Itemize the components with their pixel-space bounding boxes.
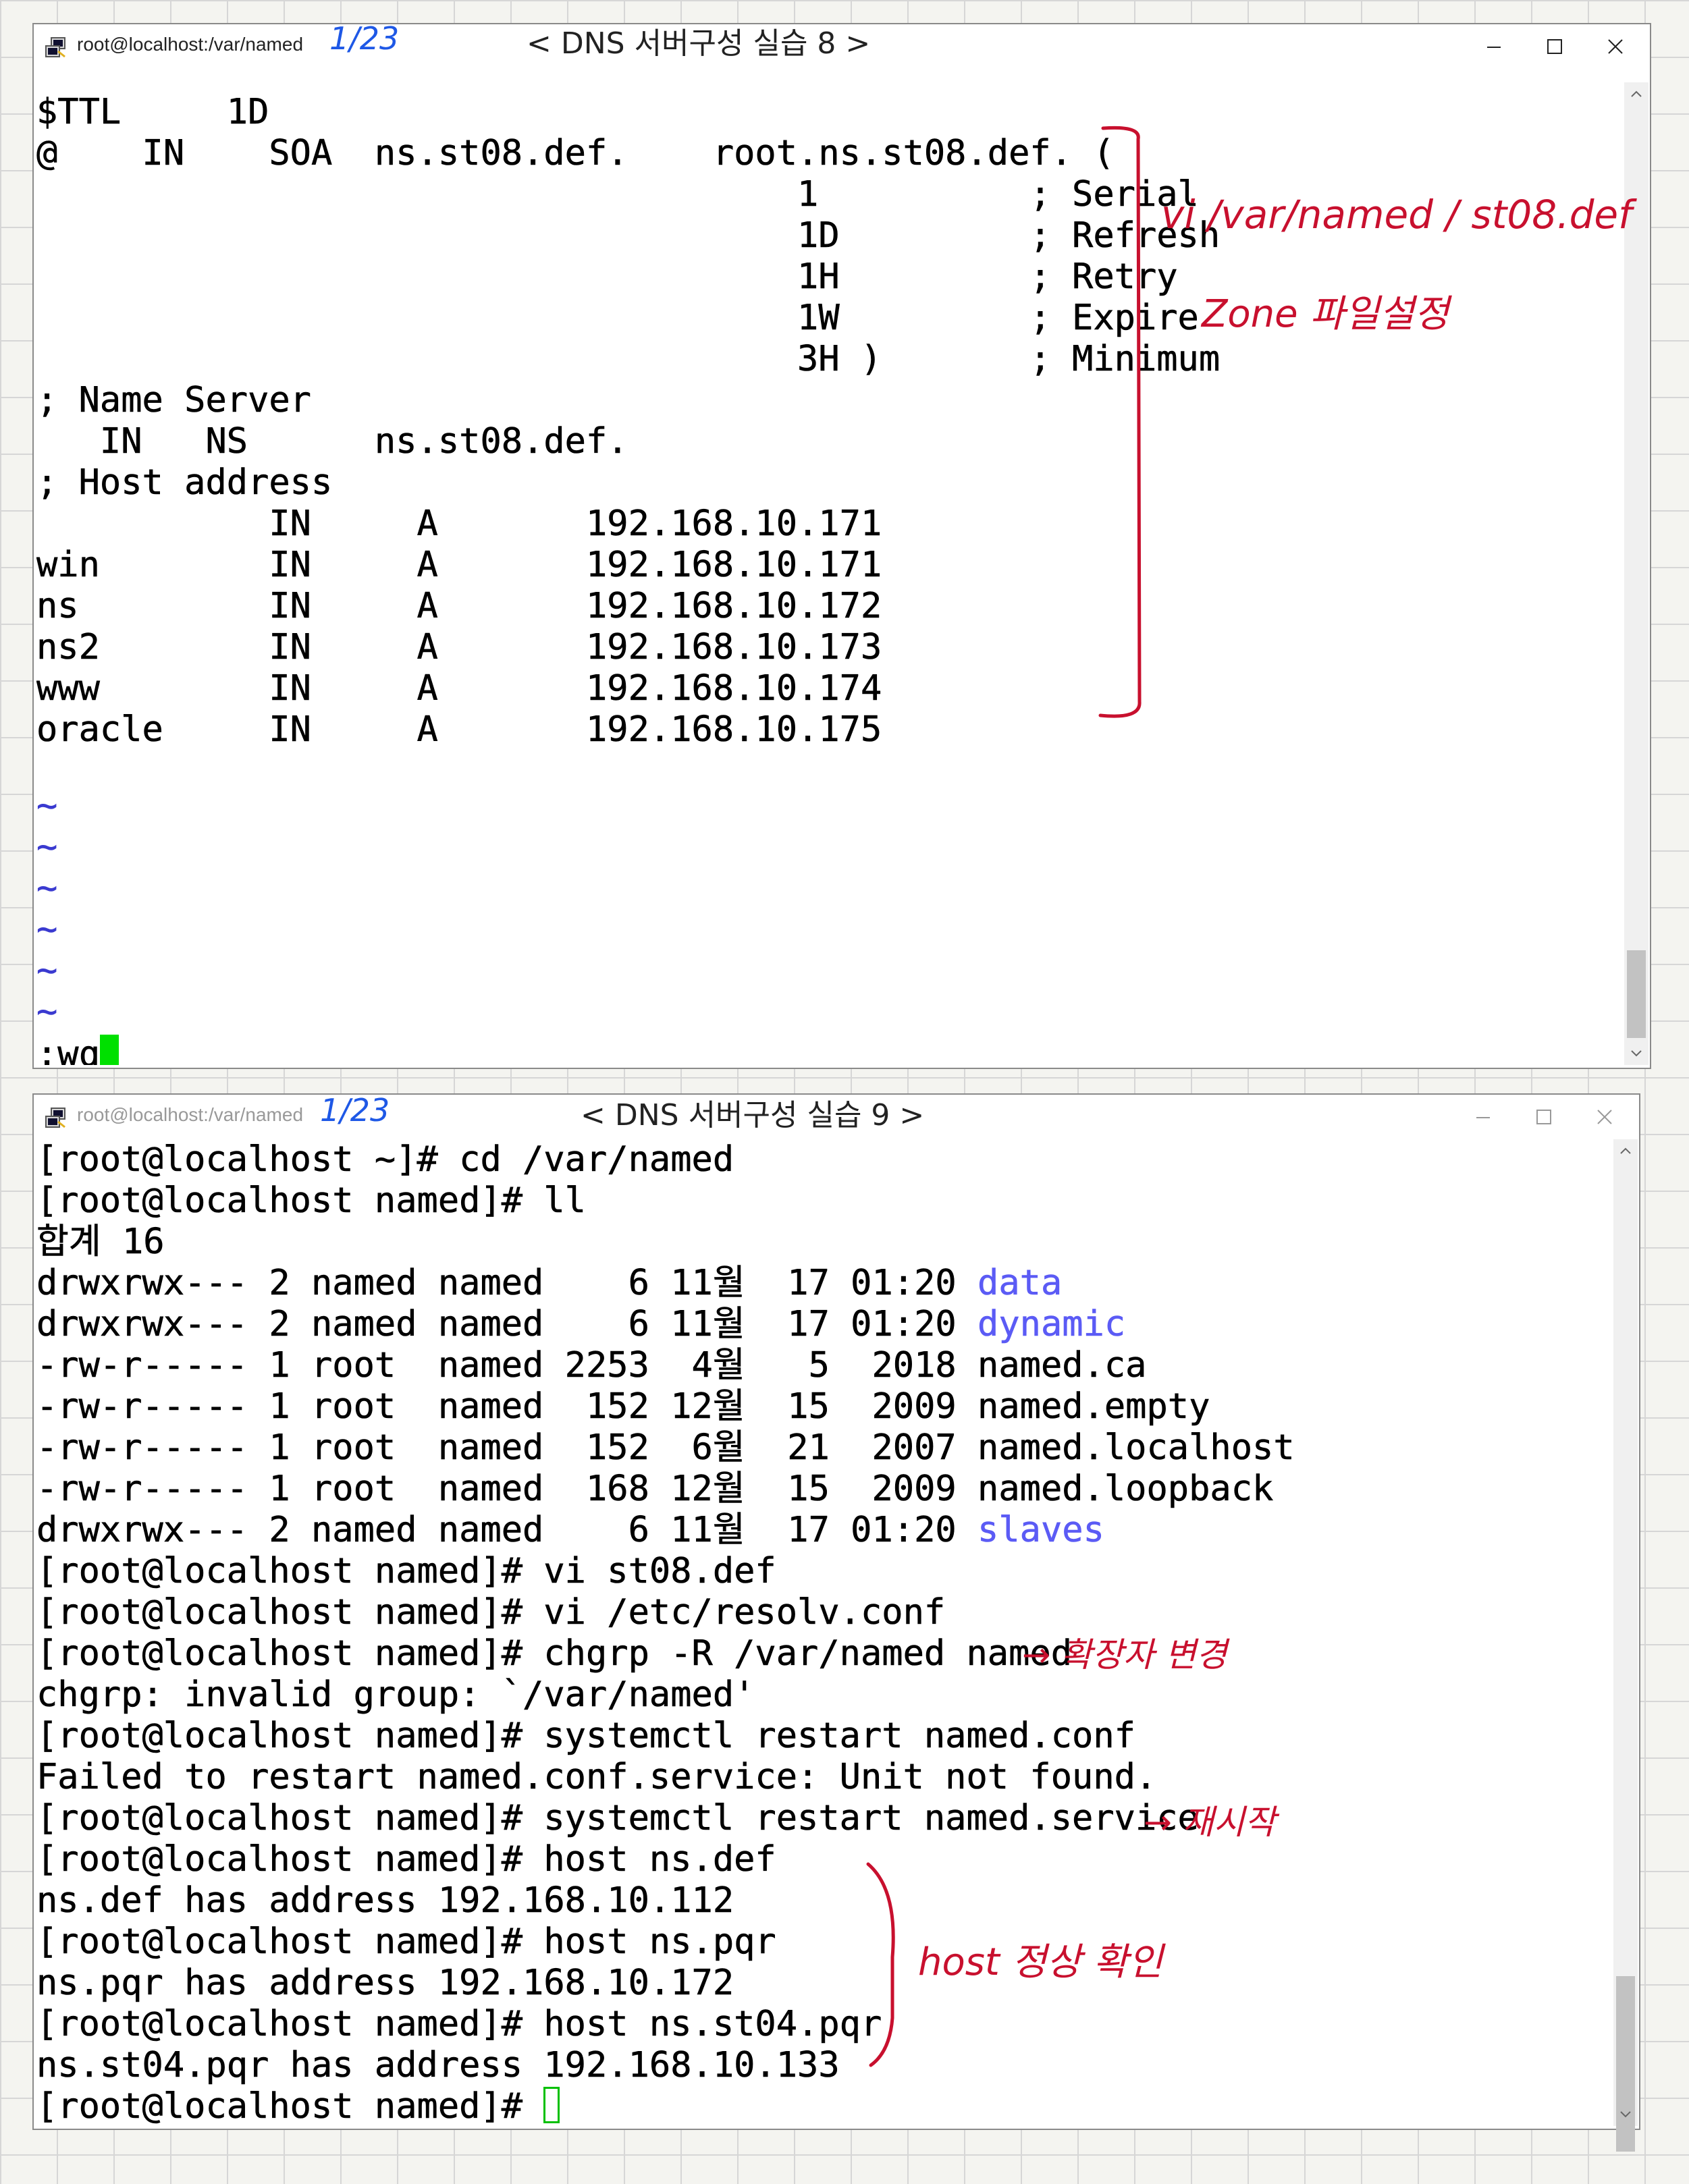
- minimize-button[interactable]: [1464, 28, 1524, 65]
- vi-command-line[interactable]: :wq: [36, 1034, 119, 1065]
- minimize-icon: [1487, 47, 1501, 48]
- minimize-button[interactable]: [1453, 1099, 1513, 1135]
- terminal-line: IN NS ns.st08.def.: [36, 421, 628, 462]
- close-button[interactable]: [1585, 28, 1646, 65]
- terminal-line: win IN A 192.168.10.171: [36, 545, 882, 586]
- terminal-line: [root@localhost named]# vi st08.def: [36, 1551, 776, 1592]
- file-info: drwxrwx--- 2 named named 6 11월 17 01:20: [36, 1510, 978, 1551]
- terminal-line: [root@localhost named]# systemctl restar…: [36, 1716, 1135, 1757]
- window-title: root@localhost:/var/named: [77, 34, 304, 55]
- empty-line-tilde: ~: [36, 868, 58, 909]
- maximize-button[interactable]: [1513, 1099, 1574, 1135]
- terminal-line: ns.pqr has address 192.168.10.172: [36, 1963, 734, 2004]
- scroll-down-button[interactable]: [1624, 1042, 1648, 1065]
- terminal-line: 1H ; Retry: [36, 256, 1178, 298]
- terminal-line: 1 ; Serial: [36, 174, 1199, 215]
- handwritten-heading: < DNS 서버구성 실습 9 >: [581, 1098, 925, 1132]
- terminal-line: drwxrwx--- 2 named named 6 11월 17 01:20 …: [36, 1510, 1104, 1551]
- maximize-icon: [1536, 1110, 1551, 1124]
- close-icon: [1597, 1110, 1612, 1124]
- putty-icon: [45, 37, 65, 58]
- terminal-line: [root@localhost named]# host ns.st04.pqr: [36, 2004, 882, 2045]
- close-icon: [1608, 39, 1623, 54]
- prompt-text: [root@localhost named]#: [36, 2086, 544, 2126]
- terminal-line: -rw-r----- 1 root named 2253 4월 5 2018 n…: [36, 1345, 1147, 1386]
- terminal-content[interactable]: [root@localhost ~]# cd /var/named [root@…: [36, 1139, 1607, 2126]
- prompt-line[interactable]: [root@localhost named]#: [36, 2086, 560, 2126]
- text-cursor: [543, 2087, 560, 2123]
- terminal-line: drwxrwx--- 2 named named 6 11월 17 01:20 …: [36, 1304, 1125, 1345]
- terminal-line: chgrp: invalid group: `/var/named': [36, 1674, 755, 1716]
- scroll-thumb[interactable]: [1627, 950, 1646, 1038]
- terminal-line: [root@localhost named]# host ns.pqr: [36, 1921, 776, 1963]
- directory-name: dynamic: [977, 1304, 1126, 1345]
- terminal-line: [root@localhost named]# host ns.def: [36, 1839, 776, 1880]
- empty-line-tilde: ~: [36, 950, 58, 991]
- maximize-button[interactable]: [1524, 28, 1585, 65]
- handwritten-restart-note: → 재시작: [1144, 1803, 1276, 1842]
- file-info: drwxrwx--- 2 named named 6 11월 17 01:20: [36, 1304, 978, 1345]
- terminal-line: -rw-r----- 1 root named 168 12월 15 2009 …: [36, 1469, 1274, 1510]
- terminal-line: 1W ; Expire: [36, 298, 1199, 339]
- putty-icon: [45, 1108, 65, 1128]
- empty-line-tilde: ~: [36, 991, 58, 1033]
- maximize-icon: [1547, 39, 1562, 54]
- terminal-line: [root@localhost ~]# cd /var/named: [36, 1139, 734, 1180]
- scroll-up-button[interactable]: [1613, 1139, 1638, 1162]
- empty-line-tilde: ~: [36, 827, 58, 868]
- terminal-line: [root@localhost named]# vi /etc/resolv.c…: [36, 1592, 946, 1633]
- handwritten-heading: < DNS 서버구성 실습 8 >: [527, 26, 871, 61]
- terminal-line: $TTL 1D: [36, 92, 269, 133]
- file-info: drwxrwx--- 2 named named 6 11월 17 01:20: [36, 1263, 978, 1304]
- minimize-icon: [1476, 1117, 1490, 1118]
- handwritten-host-note: host 정상 확인: [918, 1940, 1163, 1984]
- terminal-line: IN A 192.168.10.171: [36, 503, 882, 545]
- terminal-line: [root@localhost named]# chgrp -R /var/na…: [36, 1633, 1073, 1674]
- chevron-up-icon: [1631, 90, 1642, 97]
- text-cursor: [99, 1035, 119, 1065]
- terminal-window-zone-file: root@localhost:/var/named $TTL 1D @ IN S…: [32, 23, 1651, 1069]
- directory-name: data: [977, 1263, 1063, 1304]
- terminal-line: -rw-r----- 1 root named 152 12월 15 2009 …: [36, 1386, 1210, 1427]
- terminal-line: 합계 16: [36, 1222, 165, 1263]
- empty-line-tilde: ~: [36, 786, 58, 827]
- handwritten-vi-path: vi /var/named / st08.def: [1161, 192, 1632, 238]
- scroll-up-button[interactable]: [1624, 82, 1648, 105]
- empty-line-tilde: ~: [36, 909, 58, 950]
- terminal-line: ns.def has address 192.168.10.112: [36, 1880, 734, 1921]
- chevron-down-icon: [1631, 1050, 1642, 1057]
- terminal-line: @ IN SOA ns.st08.def. root.ns.st08.def. …: [36, 133, 1115, 174]
- terminal-line: 3H ) ; Minimum: [36, 339, 1221, 380]
- terminal-line: ns IN A 192.168.10.172: [36, 586, 882, 627]
- command-text: :wq: [36, 1034, 100, 1065]
- terminal-line: drwxrwx--- 2 named named 6 11월 17 01:20 …: [36, 1263, 1063, 1304]
- terminal-line: oracle IN A 192.168.10.175: [36, 709, 882, 750]
- vertical-scrollbar[interactable]: [1613, 1139, 1638, 2152]
- chevron-up-icon: [1620, 1147, 1631, 1154]
- terminal-line: www IN A 192.168.10.174: [36, 668, 882, 709]
- handwritten-date: 1/23: [320, 1092, 390, 1128]
- scroll-down-button[interactable]: [1613, 2103, 1638, 2126]
- window-title: root@localhost:/var/named: [77, 1104, 304, 1125]
- terminal-line: 1D ; Refresh: [36, 215, 1221, 256]
- directory-name: slaves: [977, 1510, 1104, 1551]
- terminal-line: [root@localhost named]# systemctl restar…: [36, 1798, 1199, 1839]
- handwritten-date: 1/23: [329, 20, 400, 57]
- handwritten-zone-note: Zone 파일설정: [1202, 292, 1449, 336]
- terminal-line: ; Name Server: [36, 380, 311, 421]
- terminal-line: [root@localhost named]# ll: [36, 1180, 586, 1222]
- terminal-line: -rw-r----- 1 root named 152 6월 21 2007 n…: [36, 1427, 1295, 1469]
- terminal-line: Failed to restart named.conf.service: Un…: [36, 1757, 1157, 1798]
- terminal-line: ns2 IN A 192.168.10.173: [36, 627, 882, 668]
- terminal-window-commands: root@localhost:/var/named [root@localhos…: [32, 1093, 1640, 2152]
- terminal-line: ns.st04.pqr has address 192.168.10.133: [36, 2045, 840, 2086]
- chevron-down-icon: [1620, 2111, 1631, 2118]
- terminal-line: ; Host address: [36, 462, 333, 503]
- close-button[interactable]: [1574, 1099, 1635, 1135]
- handwritten-chgrp-note: → 확장자 변경: [1022, 1635, 1227, 1674]
